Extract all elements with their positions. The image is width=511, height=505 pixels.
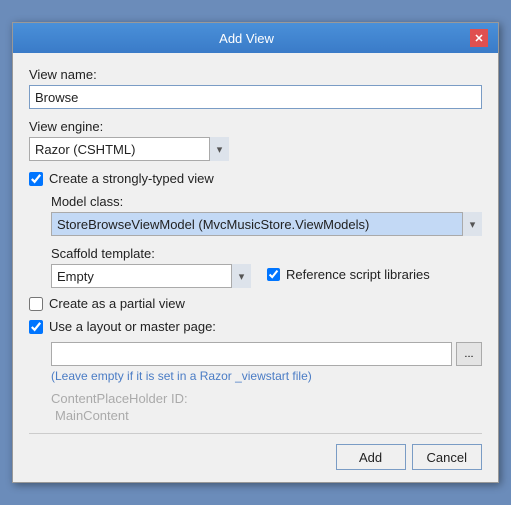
layout-page-label: Use a layout or master page:: [49, 319, 216, 334]
view-engine-label: View engine:: [29, 119, 482, 134]
model-class-select-wrapper: StoreBrowseViewModel (MvcMusicStore.View…: [51, 212, 482, 236]
layout-path-input[interactable]: [51, 342, 452, 366]
reference-scripts-row: Reference script libraries: [267, 267, 430, 282]
button-row: Add Cancel: [29, 444, 482, 470]
divider: [29, 433, 482, 434]
browse-button[interactable]: ...: [456, 342, 482, 366]
reference-scripts-checkbox[interactable]: [267, 268, 280, 281]
partial-view-checkbox[interactable]: [29, 297, 43, 311]
title-bar-text: Add View: [23, 31, 470, 46]
strongly-typed-label: Create a strongly-typed view: [49, 171, 214, 186]
scaffold-select[interactable]: Empty Create Delete Details Edit List: [51, 264, 251, 288]
content-placeholder-value: MainContent: [51, 408, 482, 423]
view-engine-group: View engine: Razor (CSHTML) ASPX: [29, 119, 482, 161]
strongly-typed-checkbox[interactable]: [29, 172, 43, 186]
indented-section: Model class: StoreBrowseViewModel (MvcMu…: [29, 194, 482, 288]
model-class-select[interactable]: StoreBrowseViewModel (MvcMusicStore.View…: [51, 212, 482, 236]
dialog: Add View ✕ View name: View engine: Razor…: [12, 22, 499, 483]
view-engine-select[interactable]: Razor (CSHTML) ASPX: [29, 137, 229, 161]
scaffold-row: Scaffold template: Empty Create Delete D…: [51, 246, 482, 288]
strongly-typed-row: Create a strongly-typed view: [29, 171, 482, 186]
title-bar: Add View ✕: [13, 23, 498, 53]
view-name-group: View name:: [29, 67, 482, 109]
add-button[interactable]: Add: [336, 444, 406, 470]
scaffold-template-label: Scaffold template:: [51, 246, 251, 261]
layout-page-checkbox[interactable]: [29, 320, 43, 334]
partial-view-label: Create as a partial view: [49, 296, 185, 311]
view-engine-select-wrapper: Razor (CSHTML) ASPX: [29, 137, 229, 161]
layout-hint: (Leave empty if it is set in a Razor _vi…: [51, 369, 482, 383]
layout-input-row: ...: [51, 342, 482, 366]
content-placeholder-label: ContentPlaceHolder ID:: [51, 391, 482, 406]
scaffold-select-wrapper: Empty Create Delete Details Edit List: [51, 264, 251, 288]
scaffold-template-group: Scaffold template: Empty Create Delete D…: [51, 246, 251, 288]
cancel-button[interactable]: Cancel: [412, 444, 482, 470]
layout-page-row: Use a layout or master page:: [29, 319, 482, 334]
close-button[interactable]: ✕: [470, 29, 488, 47]
view-name-input[interactable]: [29, 85, 482, 109]
view-name-label: View name:: [29, 67, 482, 82]
model-class-label: Model class:: [51, 194, 482, 209]
reference-scripts-label: Reference script libraries: [286, 267, 430, 282]
model-class-group: Model class: StoreBrowseViewModel (MvcMu…: [51, 194, 482, 236]
layout-path-section: ... (Leave empty if it is set in a Razor…: [29, 342, 482, 423]
partial-view-row: Create as a partial view: [29, 296, 482, 311]
